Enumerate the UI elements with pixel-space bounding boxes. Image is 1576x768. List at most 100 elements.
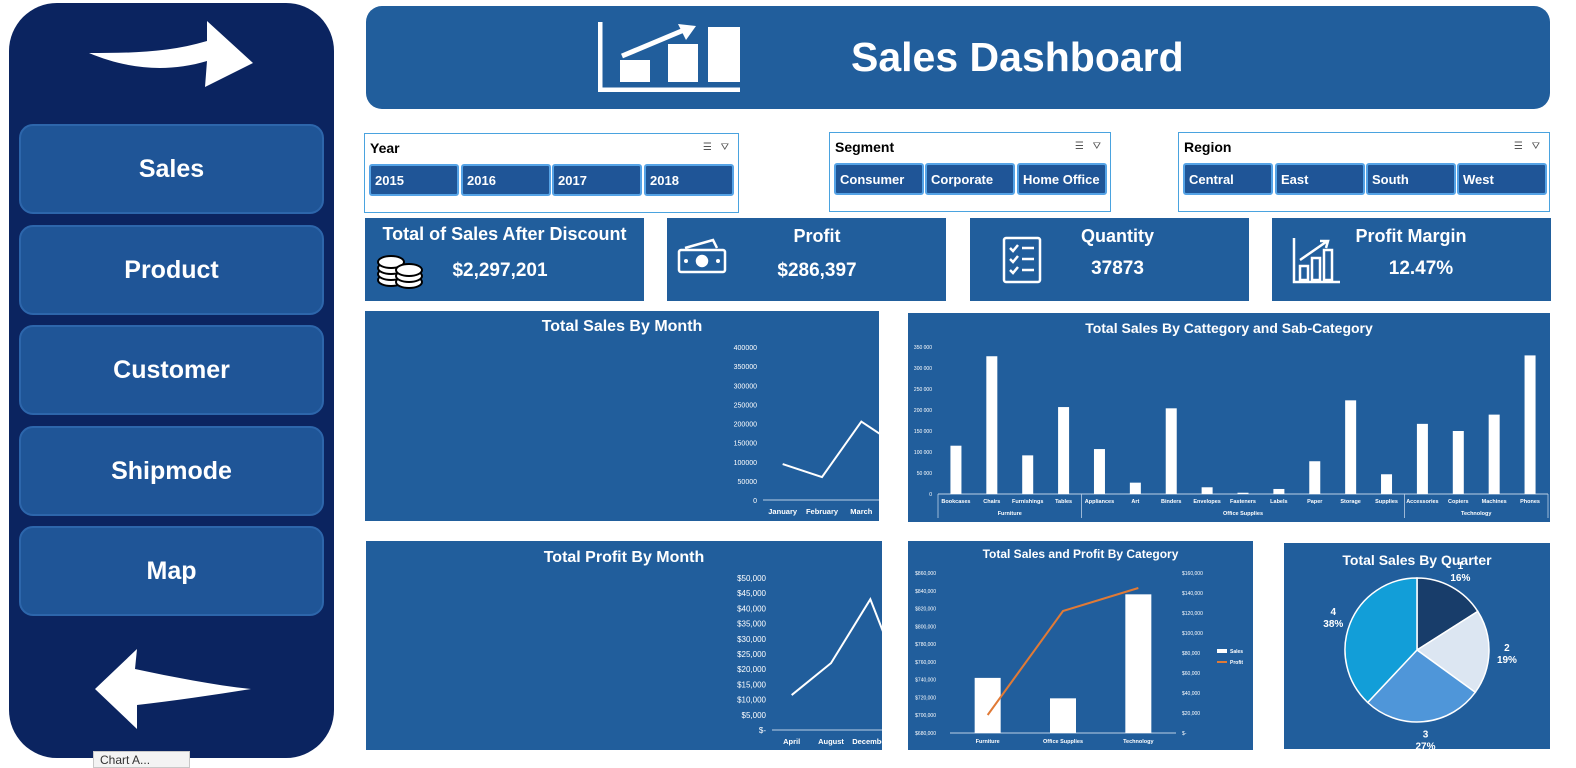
back-arrow-icon[interactable]: [93, 647, 253, 731]
kpi-value: 12.47%: [1388, 258, 1454, 279]
growth-chart-icon: [598, 22, 740, 92]
nav-button-sales[interactable]: Sales: [19, 124, 324, 214]
x-tick-label: Chairs: [983, 499, 1000, 505]
slicer-option-west[interactable]: West: [1457, 163, 1547, 195]
bar: [1381, 474, 1393, 494]
pie-label: 1: [1458, 561, 1464, 572]
kpi-label: Profit Margin: [1355, 226, 1467, 246]
bar: [986, 356, 998, 494]
forward-arrow-icon[interactable]: [87, 21, 257, 111]
sales-by-subcategory-chart[interactable]: Total Sales By Cattegory and Sab-Categor…: [908, 313, 1550, 522]
sales-bar: [974, 677, 1001, 733]
slicer-option-consumer[interactable]: Consumer: [834, 163, 924, 195]
slicer-option-central[interactable]: Central: [1183, 163, 1273, 195]
sales-by-month-chart[interactable]: Total Sales By Month 0 50000 100000 150000 2…: [365, 311, 879, 521]
bar: [1309, 461, 1321, 494]
x-tick-label: Machines: [1482, 499, 1507, 505]
x-tick-label: January: [768, 507, 798, 516]
sales-profit-by-category-chart[interactable]: Total Sales and Profit By Category $680,…: [908, 541, 1253, 750]
x-tick-label: August: [818, 737, 844, 746]
kpi-label: Total of Sales After Discount: [382, 224, 627, 244]
y-tick-label: 300000: [734, 383, 757, 390]
x-tick-label: Paper: [1307, 499, 1323, 505]
year-slicer: Year ☰ ⛛ 2015 2016 2017 2018: [364, 133, 739, 213]
kpi-label: Profit: [793, 226, 841, 246]
bar: [1093, 449, 1105, 494]
y-tick-label: $5,000: [742, 711, 767, 720]
slicer-filter-icon[interactable]: ☰ ⛛: [1075, 141, 1104, 152]
slicer-option-south[interactable]: South: [1366, 163, 1456, 195]
y-tick-label: $50,000: [737, 574, 766, 583]
segment-slicer: Segment ☰ ⛛ Consumer Corporate Home Offi…: [829, 132, 1111, 212]
sales-bar: [1125, 594, 1152, 733]
pie-label: 2: [1504, 643, 1510, 654]
y-tick-label: $-: [759, 726, 766, 735]
nav-button-map[interactable]: Map: [19, 526, 324, 616]
y-tick-label: 250 000: [914, 387, 932, 393]
kpi-card-profit-margin: Profit Margin 12.47%: [1272, 218, 1551, 301]
nav-button-customer[interactable]: Customer: [19, 325, 324, 415]
bar: [1524, 355, 1536, 494]
pie-percent-label: 16%: [1450, 573, 1470, 584]
group-label: Office Supplies: [1223, 511, 1263, 517]
nav-button-shipmode[interactable]: Shipmode: [19, 426, 324, 516]
sales-by-quarter-chart[interactable]: Total Sales By Quarter 1 16% 2 19% 3 27% 4 38%: [1284, 543, 1550, 749]
left-y-tick-label: $820,000: [915, 607, 936, 613]
navigation-sidebar: Sales Product Customer Shipmode Map: [9, 3, 334, 758]
dashboard-header: Sales Dashboard: [366, 6, 1550, 109]
slicer-option-2015[interactable]: 2015: [369, 164, 459, 196]
chart-area-tooltip: Chart A...: [93, 751, 190, 768]
pie-percent-label: 19%: [1497, 655, 1517, 666]
left-y-tick-label: $680,000: [915, 731, 936, 737]
sales-by-subcategory-plot: 0 50 000 100 000 150 000 200 000 250 000 300 0…: [914, 345, 1549, 518]
slicer-option-2016[interactable]: 2016: [461, 164, 551, 196]
x-tick-label: Fasteners: [1230, 499, 1256, 505]
x-tick-label: March: [850, 507, 873, 516]
left-y-tick-label: $720,000: [915, 695, 936, 701]
segment-slicer-title: Segment: [835, 139, 895, 155]
right-y-tick-label: $20,000: [1182, 711, 1200, 717]
profit-by-month-chart[interactable]: Total Profit By Month $- $5,000 $10,000 $15…: [366, 541, 882, 750]
bar: [950, 445, 962, 494]
bar: [1058, 407, 1070, 494]
x-tick-label: Supplies: [1375, 499, 1398, 505]
slicer-option-corporate[interactable]: Corporate: [925, 163, 1015, 195]
left-y-tick-label: $800,000: [915, 624, 936, 630]
y-tick-label: 200000: [734, 422, 757, 429]
slicer-option-2018[interactable]: 2018: [644, 164, 734, 196]
y-tick-label: 100000: [734, 460, 757, 467]
right-y-tick-label: $80,000: [1182, 651, 1200, 657]
pie-label: 4: [1331, 607, 1337, 618]
legend-sales-label: Sales: [1230, 649, 1243, 655]
y-tick-label: 150 000: [914, 429, 932, 435]
right-y-tick-label: $140,000: [1182, 591, 1203, 597]
left-y-tick-label: $740,000: [915, 678, 936, 684]
y-tick-label: 100 000: [914, 450, 932, 456]
y-tick-label: 350000: [734, 364, 757, 371]
y-tick-label: 0: [753, 498, 757, 505]
bar: [1273, 488, 1285, 494]
bar: [1022, 455, 1034, 494]
pie-percent-label: 27%: [1415, 742, 1435, 749]
slicer-filter-icon[interactable]: ☰ ⛛: [703, 142, 732, 153]
y-tick-label: 50000: [738, 479, 758, 486]
slicer-option-2017[interactable]: 2017: [552, 164, 642, 196]
y-tick-label: 150000: [734, 441, 757, 448]
y-tick-label: $35,000: [737, 620, 766, 629]
slicer-option-east[interactable]: East: [1275, 163, 1365, 195]
right-y-tick-label: $100,000: [1182, 631, 1203, 637]
x-tick-label: December: [852, 737, 882, 746]
series-line: [791, 597, 882, 696]
pie-percent-label: 38%: [1323, 619, 1343, 630]
x-tick-label: Labels: [1270, 499, 1287, 505]
slicer-option-home-office[interactable]: Home Office: [1017, 163, 1107, 195]
x-tick-label: February: [806, 507, 839, 516]
sales-by-month-plot: 0 50000 100000 150000 200000 250000 300000 3500…: [734, 345, 879, 516]
y-tick-label: 300 000: [914, 366, 932, 372]
checklist-icon: [1002, 236, 1042, 284]
slicer-filter-icon[interactable]: ☰ ⛛: [1514, 141, 1543, 152]
y-tick-label: 200 000: [914, 408, 932, 414]
nav-button-product[interactable]: Product: [19, 225, 324, 315]
y-tick-label: $15,000: [737, 680, 766, 689]
right-y-tick-label: $120,000: [1182, 611, 1203, 617]
